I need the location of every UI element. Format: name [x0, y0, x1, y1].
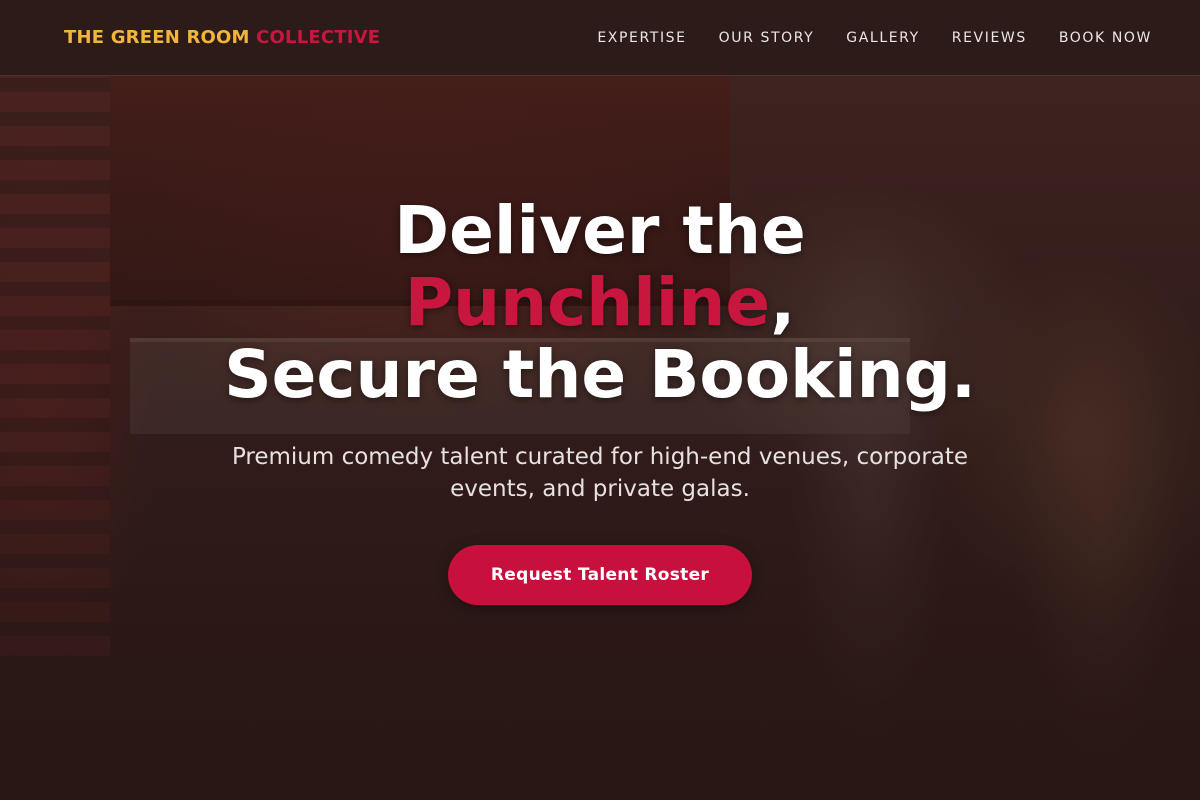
site-header: THE GREEN ROOM COLLECTIVE EXPERTISE OUR …	[0, 0, 1200, 76]
hero-content: Deliver the Punchline, Secure the Bookin…	[0, 195, 1200, 605]
nav-book-now[interactable]: BOOK NOW	[1059, 30, 1152, 46]
nav-expertise[interactable]: EXPERTISE	[597, 30, 686, 46]
hero-subtitle: Premium comedy talent curated for high-e…	[231, 444, 969, 502]
nav-reviews[interactable]: REVIEWS	[952, 30, 1027, 46]
hero-headline: Deliver the Punchline, Secure the Bookin…	[0, 195, 1200, 411]
brand-name-primary: THE GREEN ROOM	[64, 27, 250, 48]
main-nav: EXPERTISE OUR STORY GALLERY REVIEWS BOOK…	[597, 30, 1152, 46]
headline-accent-word: Punchline	[404, 264, 771, 341]
request-talent-roster-button[interactable]: Request Talent Roster	[448, 545, 752, 605]
brand-logo[interactable]: THE GREEN ROOM COLLECTIVE	[64, 27, 380, 48]
brand-name-accent: COLLECTIVE	[256, 27, 381, 48]
headline-line-3: Secure the Booking.	[224, 336, 976, 413]
nav-our-story[interactable]: OUR STORY	[719, 30, 815, 46]
headline-comma: ,	[770, 264, 796, 341]
nav-gallery[interactable]: GALLERY	[846, 30, 919, 46]
headline-line-1: Deliver the	[394, 192, 806, 269]
